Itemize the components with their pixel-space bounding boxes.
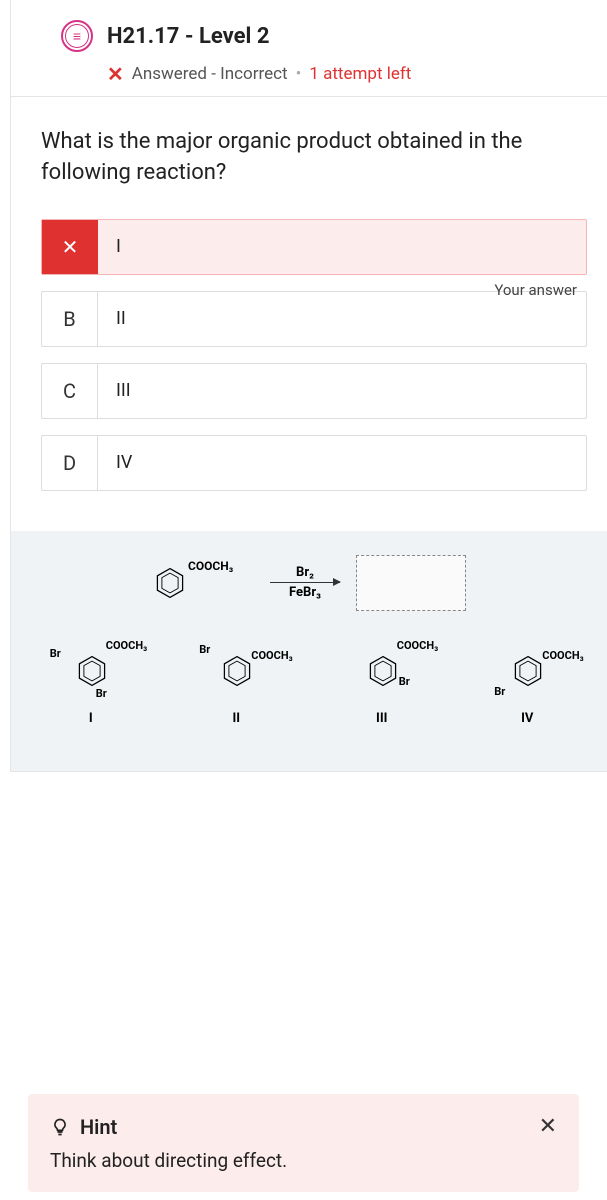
product-iv: COOCH₃ Br IV — [492, 641, 562, 726]
option-a[interactable]: ✕ I — [41, 219, 587, 275]
compound-iii: COOCH₃ Br — [347, 641, 417, 701]
reagent-febr3: FeBr₃ — [289, 585, 321, 600]
option-letter-a: ✕ — [42, 220, 98, 274]
your-answer-label: Your answer — [494, 281, 577, 299]
cooch3-label: COOCH₃ — [106, 639, 147, 652]
product-ii: COOCH₃ Br II — [201, 641, 271, 726]
reaction-diagram: COOCH₃ Br₂ FeBr₃ COOCH₃ Br Br — [11, 531, 607, 771]
option-letter-c: C — [42, 364, 98, 418]
question-list-icon[interactable]: ≡ — [61, 20, 93, 52]
compound-ii: COOCH₃ Br — [201, 641, 271, 701]
reagents: Br₂ FeBr₃ — [264, 565, 346, 600]
hint-title-wrap: Hint — [50, 1115, 117, 1139]
starting-material: COOCH₃ — [152, 565, 188, 601]
option-b[interactable]: B II — [41, 291, 587, 347]
options-list: ✕ I B II C III D IV — [41, 219, 587, 491]
hint-header: Hint ✕ — [50, 1114, 557, 1139]
roman-iv: IV — [521, 711, 533, 726]
options-wrapper: ✕ I B II C III D IV Your answer — [41, 219, 587, 491]
status-text: Answered - Incorrect — [132, 64, 288, 84]
option-text-c: III — [98, 364, 131, 418]
option-d[interactable]: D IV — [41, 435, 587, 491]
compound-i: COOCH₃ Br Br — [56, 641, 126, 701]
br-label: Br — [494, 685, 505, 698]
option-text-a: I — [98, 220, 121, 274]
benzene-ring-icon — [365, 653, 401, 689]
separator-dot: • — [296, 64, 302, 84]
question-header: ≡ H21.17 - Level 2 ✕ Answered - Incorrec… — [10, 0, 607, 97]
product-placeholder — [356, 555, 466, 611]
question-text: What is the major organic product obtain… — [41, 127, 587, 189]
cooch3-label: COOCH₃ — [542, 649, 583, 662]
option-c[interactable]: C III — [41, 363, 587, 419]
br-label: Br — [50, 647, 61, 660]
close-icon[interactable]: ✕ — [539, 1114, 557, 1139]
main-content: What is the major organic product obtain… — [10, 97, 607, 772]
benzene-ring-icon — [510, 653, 546, 689]
br-label: Br — [199, 643, 210, 656]
compound-iv: COOCH₃ Br — [492, 641, 562, 701]
option-text-b: II — [98, 292, 126, 346]
question-title: H21.17 - Level 2 — [107, 24, 269, 49]
roman-ii: II — [232, 711, 240, 726]
hint-title: Hint — [80, 1115, 117, 1139]
incorrect-icon: ✕ — [107, 62, 124, 86]
option-text-d: IV — [98, 436, 132, 490]
br-label: Br — [399, 675, 410, 688]
option-letter-b: B — [42, 292, 98, 346]
roman-i: I — [89, 711, 93, 726]
attempts-left: 1 attempt left — [309, 64, 411, 84]
title-row: ≡ H21.17 - Level 2 — [61, 20, 587, 52]
option-letter-d: D — [42, 436, 98, 490]
reaction-equation: COOCH₃ Br₂ FeBr₃ — [21, 555, 597, 611]
reagent-br2: Br₂ — [296, 565, 314, 580]
cooch3-label: COOCH₃ — [397, 639, 438, 652]
benzene-ring-icon — [74, 653, 110, 689]
product-iii: COOCH₃ Br III — [347, 641, 417, 726]
br-label: Br — [96, 687, 107, 700]
hint-card: Hint ✕ Think about directing effect. — [28, 1094, 579, 1192]
products-row: COOCH₃ Br Br I COOCH₃ Br II — [21, 641, 597, 726]
benzene-ring-icon — [219, 653, 255, 689]
substituent-label: COOCH₃ — [188, 559, 233, 573]
reaction-arrow-icon — [270, 582, 340, 583]
cooch3-label: COOCH₃ — [251, 649, 292, 662]
lightbulb-icon — [50, 1117, 70, 1137]
status-row: ✕ Answered - Incorrect • 1 attempt left — [107, 62, 587, 86]
benzene-ring-icon — [152, 565, 188, 601]
roman-iii: III — [376, 711, 387, 726]
hint-body: Think about directing effect. — [50, 1149, 557, 1172]
product-i: COOCH₃ Br Br I — [56, 641, 126, 726]
